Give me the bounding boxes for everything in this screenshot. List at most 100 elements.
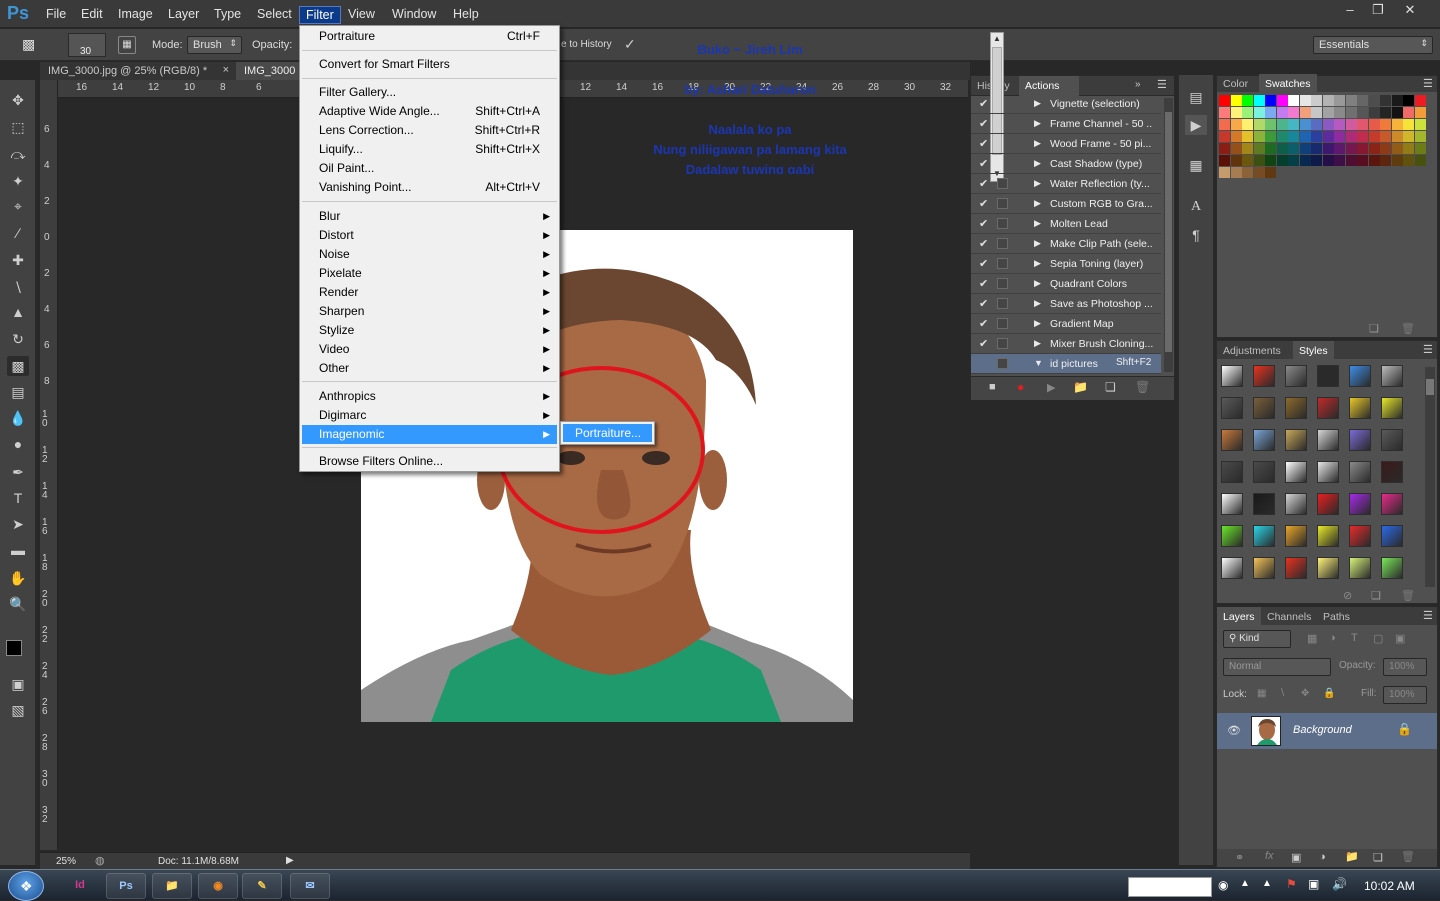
fx-icon[interactable]: fx: [1265, 850, 1274, 862]
panel-menu-icon[interactable]: ☰: [1157, 78, 1167, 91]
play-icon[interactable]: ▶: [1047, 381, 1055, 394]
style-preset[interactable]: [1285, 461, 1307, 483]
swatch[interactable]: [1357, 95, 1368, 106]
action-row[interactable]: ✔ ▶ Mixer Brush Cloning...: [971, 334, 1161, 354]
swatch[interactable]: [1253, 143, 1265, 154]
tab-styles[interactable]: Styles: [1293, 341, 1334, 361]
swatch[interactable]: [1230, 155, 1242, 166]
menu-item-stylize[interactable]: Stylize ▶: [302, 321, 557, 340]
add-mask-icon[interactable]: ▣: [1291, 851, 1301, 864]
lock-all-icon[interactable]: 🔒: [1323, 688, 1335, 699]
check-icon[interactable]: ✔: [979, 157, 988, 170]
tab-adjustments[interactable]: Adjustments: [1217, 341, 1287, 361]
swatch[interactable]: [1380, 119, 1391, 130]
close-tab-icon[interactable]: ×: [223, 64, 229, 76]
blend-mode-select[interactable]: Normal: [1223, 658, 1331, 676]
swatch[interactable]: [1230, 107, 1242, 118]
submenu-item-portraiture[interactable]: Portraiture...: [563, 424, 652, 442]
start-button[interactable]: ❖: [8, 871, 44, 901]
style-preset[interactable]: [1285, 429, 1307, 451]
tray-monitor-icon[interactable]: ▣: [1308, 877, 1319, 891]
blur-tool-icon[interactable]: 💧: [7, 408, 29, 428]
swatch[interactable]: [1357, 107, 1368, 118]
swatch[interactable]: [1403, 95, 1414, 106]
swatch[interactable]: [1414, 155, 1426, 166]
swatch[interactable]: [1322, 95, 1334, 106]
swatch[interactable]: [1288, 155, 1299, 166]
swatch[interactable]: [1368, 131, 1380, 142]
check-icon[interactable]: ✔: [979, 197, 988, 210]
swatch[interactable]: [1219, 119, 1230, 130]
swatch[interactable]: [1242, 131, 1253, 142]
style-preset[interactable]: [1221, 429, 1243, 451]
swatch[interactable]: [1391, 107, 1403, 118]
check-icon[interactable]: ✔: [979, 217, 988, 230]
menu-item-vanishing-point[interactable]: Vanishing Point... Alt+Ctrl+V: [302, 178, 557, 197]
expand-arrow-icon[interactable]: ▶: [1034, 238, 1041, 249]
style-preset[interactable]: [1285, 493, 1307, 515]
trash-icon[interactable]: 🗑: [1135, 380, 1150, 394]
style-preset[interactable]: [1381, 525, 1403, 547]
swatch[interactable]: [1265, 95, 1276, 106]
swatch[interactable]: [1230, 167, 1242, 178]
swatch[interactable]: [1276, 143, 1288, 154]
lock-paint-icon[interactable]: ∖: [1279, 688, 1285, 699]
filter-shape-icon[interactable]: ▢: [1373, 632, 1383, 645]
swatch[interactable]: [1357, 119, 1368, 130]
swatch[interactable]: [1334, 95, 1345, 106]
scroll-up-icon[interactable]: ▲: [993, 34, 1001, 43]
menu-filter[interactable]: Filter: [299, 6, 341, 24]
swatch[interactable]: [1299, 143, 1311, 154]
path-select-tool-icon[interactable]: ➤: [7, 514, 29, 534]
action-row[interactable]: ✔ ▶ Gradient Map: [971, 314, 1161, 334]
pen-tool-icon[interactable]: ✒: [7, 462, 29, 482]
swatch[interactable]: [1230, 143, 1242, 154]
style-preset[interactable]: [1349, 397, 1371, 419]
explorer-taskbar-app[interactable]: 📁: [152, 873, 192, 899]
dialog-toggle-icon[interactable]: [997, 198, 1008, 209]
action-row[interactable]: ✔ ▶ Frame Channel - 50 ...: [971, 114, 1161, 134]
style-preset[interactable]: [1349, 461, 1371, 483]
action-row[interactable]: ✔ ▶ Wood Frame - 50 pi...: [971, 134, 1161, 154]
style-preset[interactable]: [1317, 525, 1339, 547]
app-taskbar-button[interactable]: ✎: [242, 873, 282, 899]
actions-scrollbar[interactable]: [1164, 98, 1173, 372]
style-preset[interactable]: [1253, 493, 1275, 515]
swatch[interactable]: [1403, 155, 1414, 166]
swatch[interactable]: [1242, 107, 1253, 118]
menu-window[interactable]: Window: [386, 6, 442, 24]
swatch[interactable]: [1357, 131, 1368, 142]
restore-icon[interactable]: ❐: [1364, 0, 1392, 20]
swatch[interactable]: [1345, 143, 1357, 154]
swatch[interactable]: [1391, 155, 1403, 166]
taskbar-input[interactable]: [1128, 877, 1212, 897]
menu-file[interactable]: File: [40, 6, 72, 24]
style-preset[interactable]: [1253, 397, 1275, 419]
swatch[interactable]: [1230, 95, 1242, 106]
style-preset[interactable]: [1381, 557, 1403, 579]
menu-item-liquify[interactable]: Liquify... Shift+Ctrl+X: [302, 140, 557, 159]
swatch[interactable]: [1219, 167, 1230, 178]
collapse-arrow-icon[interactable]: ▼: [1034, 358, 1043, 368]
style-preset[interactable]: [1349, 365, 1371, 387]
paragraph-panel-icon[interactable]: ¶: [1185, 225, 1207, 245]
menu-select[interactable]: Select: [251, 6, 298, 24]
swatch[interactable]: [1230, 119, 1242, 130]
tab-paths[interactable]: Paths: [1317, 607, 1356, 627]
swatch[interactable]: [1334, 155, 1345, 166]
action-row[interactable]: ✔ ▶ Custom RGB to Gra...: [971, 194, 1161, 214]
swatch[interactable]: [1219, 143, 1230, 154]
style-preset[interactable]: [1381, 461, 1403, 483]
brush-preset-picker[interactable]: 30: [68, 33, 106, 57]
styles-scrollbar[interactable]: [1425, 367, 1435, 587]
layer-name[interactable]: Background: [1293, 724, 1352, 736]
dialog-toggle-icon[interactable]: [997, 338, 1008, 349]
history-brush-tool-icon[interactable]: ↻: [7, 329, 29, 349]
swatch[interactable]: [1276, 155, 1288, 166]
marquee-tool-icon[interactable]: ⬚: [7, 117, 29, 137]
action-row[interactable]: ✔ ▶ Make Clip Path (sele...: [971, 234, 1161, 254]
swatch[interactable]: [1219, 95, 1230, 106]
swatch[interactable]: [1311, 143, 1322, 154]
actions-panel-icon[interactable]: ▶: [1185, 115, 1207, 135]
style-preset[interactable]: [1381, 365, 1403, 387]
